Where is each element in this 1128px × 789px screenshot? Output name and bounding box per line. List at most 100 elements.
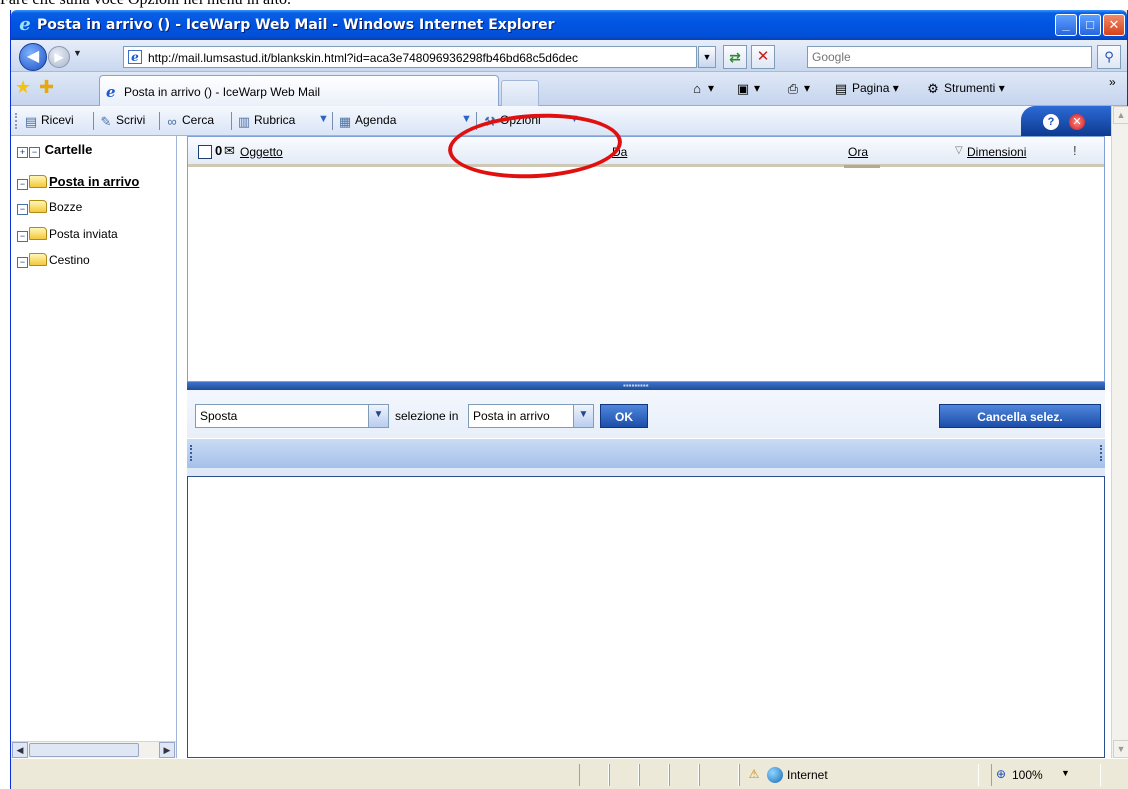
- toolbar-separator: [231, 112, 232, 130]
- message-list-header: 0 ✉ Oggetto Da Ora ▽ Dimensioni !: [188, 137, 1104, 167]
- calendar-button[interactable]: ▦ Agenda: [337, 113, 397, 129]
- splitter-grip-icon[interactable]: ▪▪▪▪▪▪▪▪▪: [623, 382, 649, 390]
- minimize-button[interactable]: _: [1055, 14, 1077, 36]
- tab-label: Posta in arrivo () - IceWarp Web Mail: [124, 85, 321, 99]
- compose-label: Scrivi: [116, 113, 146, 127]
- action-bar: Sposta ▼ selezione in Posta in arrivo ▼ …: [187, 390, 1105, 476]
- collapse-icon[interactable]: −: [17, 204, 28, 215]
- toolbar-grip[interactable]: [15, 113, 18, 129]
- protected-mode-icon[interactable]: ⚠: [745, 767, 763, 783]
- toolbar-grip[interactable]: [190, 445, 192, 461]
- folder-panel: + − Cartelle − Posta in arrivo − Bozze − Pos…: [11, 136, 177, 758]
- folder-icon: [29, 200, 47, 213]
- calendar-dropdown-icon[interactable]: ▼: [461, 113, 472, 125]
- chevron-down-icon[interactable]: ▼: [573, 405, 593, 427]
- folder-horizontal-scrollbar[interactable]: ◀ ▶: [11, 741, 176, 758]
- receive-button[interactable]: ▤ Ricevi: [23, 113, 74, 129]
- scroll-down-icon[interactable]: ▼: [1113, 740, 1128, 758]
- new-tab-button[interactable]: [501, 80, 539, 106]
- folder-item-drafts[interactable]: − Bozze: [17, 200, 82, 215]
- expand-all-icon[interactable]: +: [17, 147, 28, 158]
- refresh-button[interactable]: ⇄: [723, 45, 747, 69]
- scroll-up-icon[interactable]: ▲: [1113, 106, 1128, 124]
- envelope-column-icon[interactable]: ✉: [224, 143, 235, 159]
- home-button[interactable]: ⌂ ▾: [689, 81, 714, 97]
- collapse-icon[interactable]: −: [17, 231, 28, 242]
- address-url: http://mail.lumsastud.it/blankskin.html?…: [148, 51, 578, 65]
- collapse-all-icon[interactable]: −: [29, 147, 40, 158]
- zoom-icon[interactable]: ⊕: [996, 767, 1006, 781]
- select-all-checkbox[interactable]: [198, 145, 212, 159]
- status-cell: [699, 764, 739, 786]
- add-favorite-icon[interactable]: ✚: [39, 78, 54, 96]
- command-overflow[interactable]: »: [1109, 75, 1116, 89]
- history-dropdown-icon[interactable]: ▼: [73, 48, 82, 58]
- pane-splitter[interactable]: ▪▪▪▪▪▪▪▪▪: [187, 382, 1105, 390]
- page-vertical-scrollbar[interactable]: ▲ ▼: [1111, 106, 1128, 758]
- attachment-column-icon[interactable]: 0: [215, 143, 222, 158]
- maximize-button[interactable]: □: [1079, 14, 1101, 36]
- addressbook-label: Rubrica: [254, 113, 296, 127]
- stop-button[interactable]: ✕: [751, 45, 775, 69]
- close-window-button[interactable]: ✕: [1103, 14, 1125, 36]
- addressbook-dropdown-icon[interactable]: ▼: [318, 113, 329, 125]
- chevron-down-icon[interactable]: ▼: [368, 405, 388, 427]
- search-field[interactable]: [807, 46, 1092, 68]
- options-dropdown-icon[interactable]: ▼: [569, 113, 580, 125]
- zoom-level[interactable]: 100%: [1012, 768, 1043, 782]
- target-folder-value: Posta in arrivo: [473, 409, 550, 423]
- folder-label: Posta in arrivo: [49, 174, 140, 189]
- rss-icon: ▣: [736, 81, 750, 96]
- scroll-left-icon[interactable]: ◀: [12, 742, 28, 758]
- scroll-right-icon[interactable]: ▶: [159, 742, 175, 758]
- search-icon[interactable]: ⚲: [1097, 45, 1121, 69]
- tools-menu[interactable]: ⚙ Strumenti ▾: [925, 81, 1005, 97]
- address-dropdown-icon[interactable]: ▼: [698, 46, 716, 68]
- addressbook-button[interactable]: ▥ Rubrica: [236, 113, 296, 129]
- address-field[interactable]: e http://mail.lumsastud.it/blankskin.htm…: [123, 46, 697, 68]
- message-list[interactable]: 0 ✉ Oggetto Da Ora ▽ Dimensioni !: [187, 136, 1105, 382]
- column-size[interactable]: Dimensioni: [967, 145, 1026, 159]
- ie-logo-icon: e: [19, 14, 31, 35]
- column-time[interactable]: Ora: [848, 145, 868, 159]
- column-from[interactable]: Da: [612, 145, 627, 159]
- page-icon: e: [128, 50, 142, 64]
- options-button[interactable]: ⚒ Opzioni: [482, 113, 541, 129]
- page-menu[interactable]: ▤ Pagina ▾: [833, 81, 899, 97]
- message-preview[interactable]: [187, 476, 1105, 758]
- toolbar-grip[interactable]: [1100, 445, 1102, 461]
- folders-header[interactable]: + − Cartelle: [17, 142, 92, 158]
- feeds-button[interactable]: ▣ ▾: [735, 81, 760, 97]
- scroll-thumb[interactable]: [29, 743, 139, 757]
- collapse-icon[interactable]: −: [17, 179, 28, 190]
- preview-toolbar: [187, 438, 1105, 468]
- tab-active[interactable]: e Posta in arrivo () - IceWarp Web Mail: [99, 75, 499, 106]
- search-button[interactable]: ∞ Cerca: [164, 113, 214, 129]
- action-select[interactable]: Sposta ▼: [195, 404, 389, 428]
- help-icon[interactable]: ?: [1043, 114, 1059, 130]
- target-folder-select[interactable]: Posta in arrivo ▼: [468, 404, 594, 428]
- back-button[interactable]: ◀: [19, 43, 47, 71]
- collapse-icon[interactable]: −: [17, 257, 28, 268]
- forward-button[interactable]: ▶: [48, 46, 70, 68]
- folder-icon: [29, 175, 47, 188]
- sort-indicator-icon: ▽: [955, 145, 963, 156]
- search-input[interactable]: [812, 49, 1082, 65]
- folder-item-inbox[interactable]: − Posta in arrivo: [17, 174, 139, 190]
- folder-icon: [29, 253, 47, 266]
- toolbar-separator: [159, 112, 160, 130]
- ok-button[interactable]: OK: [600, 404, 648, 428]
- logout-icon[interactable]: ✕: [1069, 114, 1085, 130]
- column-subject[interactable]: Oggetto: [240, 145, 283, 159]
- column-priority[interactable]: !: [1073, 143, 1077, 158]
- print-button[interactable]: ⎙ ▾: [785, 81, 810, 97]
- status-zoom-cell[interactable]: [991, 764, 1101, 786]
- favorites-star-icon[interactable]: ★: [15, 78, 31, 96]
- zoom-dropdown-icon[interactable]: ▼: [1061, 768, 1070, 778]
- toolbar-separator: [476, 112, 477, 130]
- compose-button[interactable]: ✎ Scrivi: [98, 113, 146, 129]
- folder-item-sent[interactable]: − Posta inviata: [17, 227, 118, 242]
- delete-selection-button[interactable]: Cancella selez.: [939, 404, 1101, 428]
- folder-item-trash[interactable]: − Cestino: [17, 253, 90, 268]
- toolbar-separator: [93, 112, 94, 130]
